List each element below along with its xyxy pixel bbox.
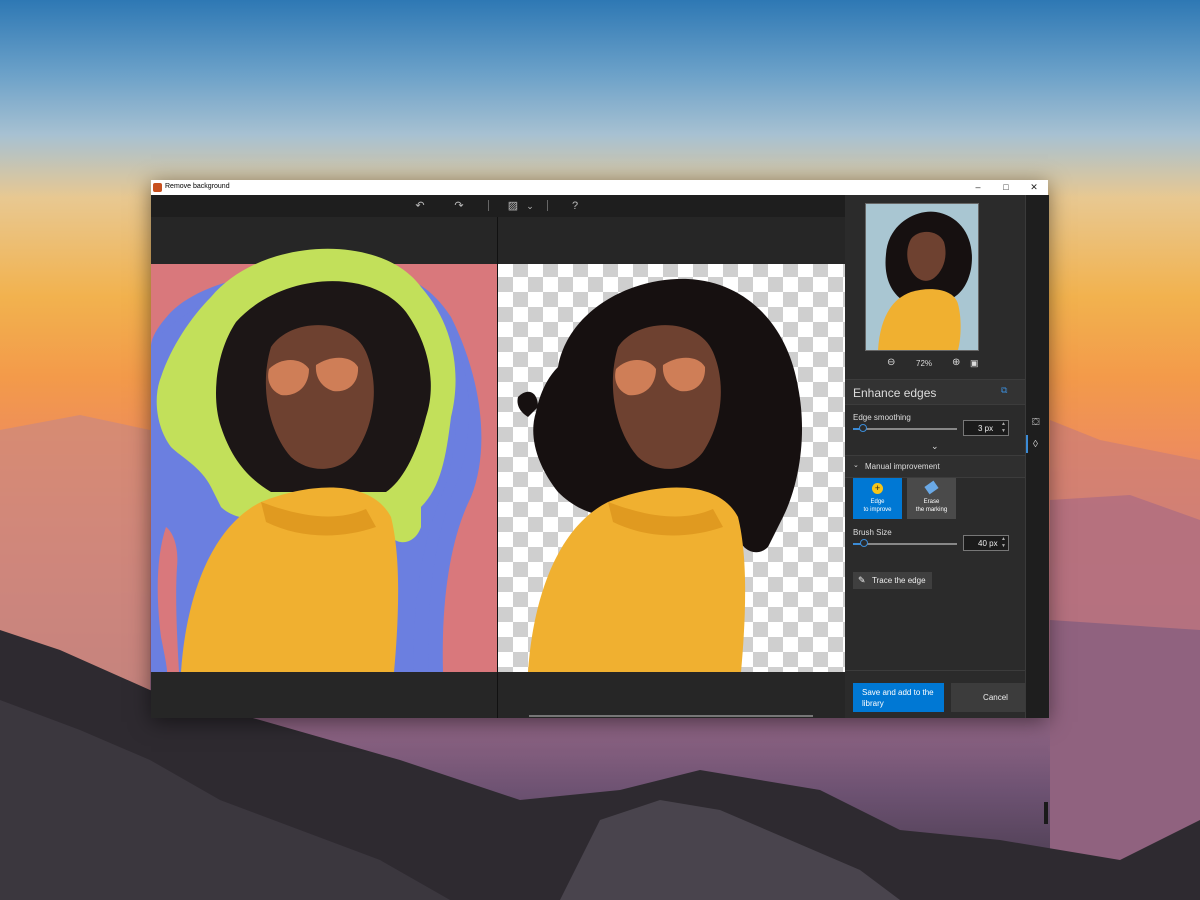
app-icon [153, 183, 162, 192]
edge-to-improve-button[interactable]: + Edge to improve [853, 478, 902, 519]
marking-canvas[interactable] [151, 217, 497, 718]
pencil-icon: ✎ [858, 575, 866, 585]
stepper-arrows-icon[interactable]: ▲ ▼ [1001, 536, 1006, 550]
tool-rail: ⛋ ◊ [1025, 195, 1049, 718]
zoom-in-icon[interactable]: ⊕ [952, 357, 960, 368]
view-mode-icon[interactable]: ▨ [505, 198, 521, 214]
edge-smoothing-value: 3 px [978, 424, 994, 433]
enhance-edges-header: Enhance edges ⧉ [845, 379, 1025, 405]
panel-toggle-icon[interactable]: ⧉ [1001, 385, 1007, 396]
edge-smoothing-handle[interactable] [859, 424, 867, 432]
result-canvas [498, 217, 845, 718]
droplet-icon[interactable]: ◊ [1033, 439, 1038, 450]
thumbnail-photo [866, 204, 978, 350]
brush-size-value: 40 px [978, 539, 998, 548]
window-title: Remove background [165, 183, 230, 190]
edge-smoothing-slider[interactable] [853, 428, 957, 430]
horizontal-scrollbar[interactable] [529, 715, 813, 717]
enhance-edges-title: Enhance edges [853, 386, 937, 400]
result-photo [498, 264, 845, 672]
expand-chevron-icon[interactable]: ⌄ [931, 441, 939, 452]
title-bar: Remove background – □ ✕ [151, 180, 1048, 195]
edge-to-improve-label-2: to improve [863, 507, 892, 513]
erase-marking-label-2: the marking [915, 507, 948, 513]
close-button[interactable]: ✕ [1020, 180, 1048, 195]
edge-smoothing-input[interactable]: 3 px ▲ ▼ [963, 420, 1009, 436]
chevron-down-icon[interactable]: ⌄ [522, 198, 538, 214]
save-label-1: Save and add to the [862, 688, 934, 697]
toolbar-separator [547, 200, 548, 211]
zoom-level: 72% [916, 359, 933, 368]
active-tool-indicator [1026, 435, 1028, 453]
trace-edge-button[interactable]: ✎ Trace the edge [853, 572, 932, 589]
preview-thumbnail[interactable] [865, 203, 979, 351]
plus-brush-icon: + [872, 483, 883, 494]
manual-improvement-header[interactable]: ⌄ Manual improvement [845, 455, 1025, 478]
undo-icon[interactable]: ↶ [412, 198, 428, 214]
eraser-icon [924, 480, 939, 495]
edge-to-improve-label-1: Edge [870, 499, 885, 505]
stepper-arrows-icon[interactable]: ▲ ▼ [1001, 421, 1006, 435]
fit-to-screen-icon[interactable]: ▣ [970, 358, 979, 369]
trace-edge-label: Trace the edge [872, 576, 926, 585]
footer-divider [845, 670, 1025, 671]
brush-size-handle[interactable] [860, 539, 868, 547]
brush-size-label: Brush Size [853, 528, 892, 537]
minimize-button[interactable]: – [964, 180, 992, 195]
zoom-out-icon[interactable]: ⊖ [887, 357, 895, 368]
marked-photo[interactable] [151, 217, 497, 718]
collapse-chevron-icon[interactable]: ⌄ [853, 461, 859, 469]
remove-background-window: Remove background – □ ✕ ↶ ↷ ▨ ⌄ ? ⊖ 72% … [151, 180, 1049, 718]
erase-marking-label-1: Erase [923, 499, 940, 505]
brush-size-slider[interactable] [853, 543, 957, 545]
save-label-2: library [862, 699, 884, 708]
manual-improvement-title: Manual improvement [865, 462, 940, 471]
toolbar-separator [488, 200, 489, 211]
maximize-button[interactable]: □ [992, 180, 1020, 195]
zoom-controls: ⊖ 72% ⊕ ▣ [845, 357, 1025, 373]
help-icon[interactable]: ? [567, 198, 583, 214]
brush-size-input[interactable]: 40 px ▲ ▼ [963, 535, 1009, 551]
edge-smoothing-label: Edge smoothing [853, 413, 911, 422]
toolbar: ↶ ↷ ▨ ⌄ ? [151, 195, 845, 217]
erase-marking-button[interactable]: Erase the marking [907, 478, 956, 519]
color-fill-icon[interactable]: ⛋ [1032, 417, 1040, 428]
save-and-add-button[interactable]: Save and add to the library [853, 683, 944, 712]
redo-icon[interactable]: ↷ [451, 198, 467, 214]
edit-sidebar: ⊖ 72% ⊕ ▣ Enhance edges ⧉ Edge smoothing… [845, 195, 1040, 718]
